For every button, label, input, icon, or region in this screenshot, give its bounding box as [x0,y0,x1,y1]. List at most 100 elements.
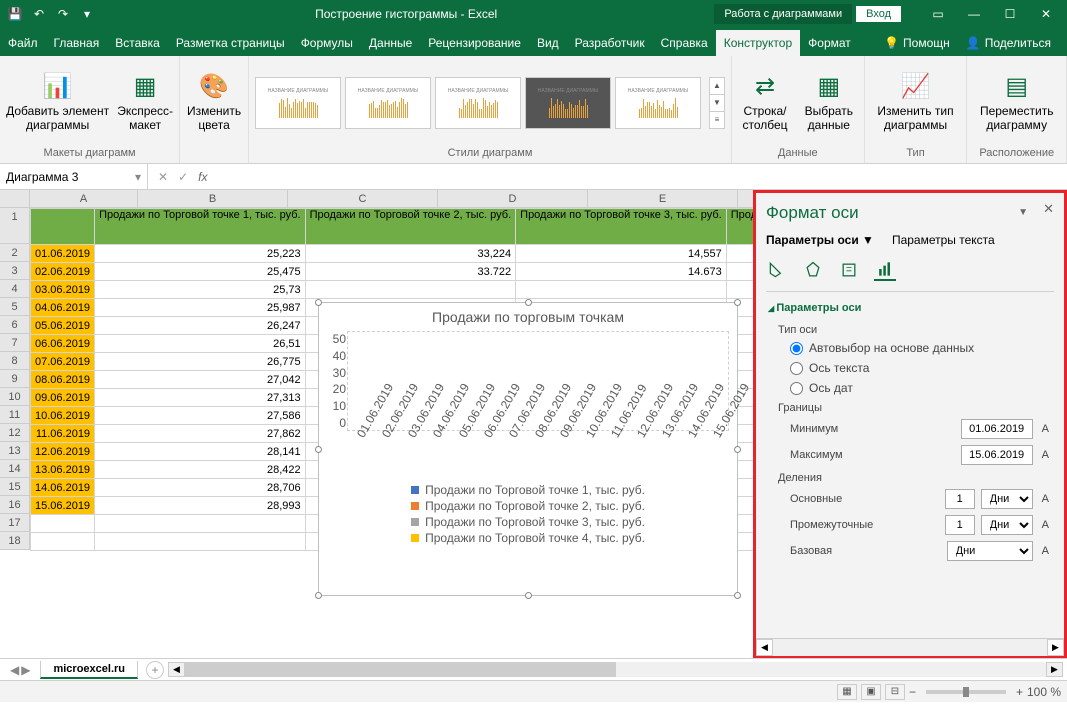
change-colors-button[interactable]: 🎨Изменить цвета [186,73,242,133]
row-header[interactable]: 10 [0,388,30,406]
add-chart-element-button[interactable]: 📊Добавить элемент диаграммы [6,73,109,133]
cell[interactable]: 27,862 [95,425,306,443]
redo-icon[interactable]: ↷ [52,3,74,25]
share-button[interactable]: 👤 Поделиться [958,30,1059,56]
chart-object[interactable]: Продажи по торговым точкам 50403020100 0… [318,302,738,596]
cell[interactable]: 24,4 [726,263,753,281]
cell[interactable]: 27,586 [95,407,306,425]
base-unit-select[interactable]: Дни [947,541,1033,561]
chart-styles-gallery[interactable]: НАЗВАНИЕ ДИАГРАММЫНАЗВАНИЕ ДИАГРАММЫНАЗВ… [255,77,701,129]
tab-файл[interactable]: Файл [0,30,46,56]
tab-главная[interactable]: Главная [46,30,108,56]
horizontal-scrollbar[interactable]: ◀▶ [164,662,1067,677]
cell[interactable]: 25,73 [95,281,306,299]
chart-handle[interactable] [734,446,741,453]
row-header[interactable]: 5 [0,298,30,316]
quick-layout-button[interactable]: ▦Экспресс-макет [117,73,173,133]
row-header[interactable]: 6 [0,316,30,334]
col-header[interactable]: D [438,190,588,207]
gallery-scroll[interactable]: ▲▼≡ [709,77,725,129]
size-props-icon[interactable] [838,259,860,281]
cell[interactable]: 25,223 [95,245,306,263]
table-header-cell[interactable] [31,209,95,245]
cell[interactable]: 25,475 [95,263,306,281]
cell[interactable] [95,533,306,551]
switch-row-col-button[interactable]: ⇄Строка/столбец [738,73,792,133]
axis-auto-radio[interactable]: Автовыбор на основе данных [768,338,1052,358]
table-header-cell[interactable]: Продажи по Торговой точке 2, тыс. руб. [305,209,516,245]
cell[interactable] [31,533,95,551]
chart-style-thumb[interactable]: НАЗВАНИЕ ДИАГРАММЫ [525,77,611,129]
tab-вид[interactable]: Вид [529,30,567,56]
cell[interactable]: 24,3 [726,245,753,263]
legend-item[interactable]: Продажи по Торговой точке 1, тыс. руб. [327,483,729,497]
row-header[interactable]: 16 [0,496,30,514]
legend-item[interactable]: Продажи по Торговой точке 4, тыс. руб. [327,531,729,545]
cell[interactable] [31,515,95,533]
sheet-tab[interactable]: microexcel.ru [40,661,138,679]
minimize-icon[interactable]: — [957,3,991,25]
effects-icon[interactable] [802,259,824,281]
tab-данные[interactable]: Данные [361,30,420,56]
tab-вставка[interactable]: Вставка [107,30,168,56]
cell[interactable] [726,281,753,299]
major-unit-select[interactable]: Дни [981,489,1033,509]
row-header[interactable]: 15 [0,478,30,496]
bounds-min-input[interactable] [961,419,1033,439]
cell[interactable]: 08.06.2019 [31,371,95,389]
cell[interactable]: 33.722 [305,263,516,281]
ribbon-display-icon[interactable]: ▭ [921,3,955,25]
cell[interactable] [516,281,727,299]
legend-item[interactable]: Продажи по Торговой точке 2, тыс. руб. [327,499,729,513]
table-header-cell[interactable]: Продажи по Торговой точке 3, тыс. руб. [516,209,727,245]
cell[interactable]: 28,422 [95,461,306,479]
tab-разработчик[interactable]: Разработчик [567,30,653,56]
close-icon[interactable]: ✕ [1029,3,1063,25]
cell[interactable]: 33,224 [305,245,516,263]
sheet-nav-next[interactable]: ▶ [21,663,30,677]
chart-legend[interactable]: Продажи по Торговой точке 1, тыс. руб. Пр… [327,483,729,545]
cell[interactable]: 12.06.2019 [31,443,95,461]
cell[interactable]: 27,042 [95,371,306,389]
chart-handle[interactable] [315,299,322,306]
cell[interactable]: 07.06.2019 [31,353,95,371]
change-chart-type-button[interactable]: 📈Изменить тип диаграммы [871,73,961,133]
cell[interactable]: 02.06.2019 [31,263,95,281]
cell[interactable]: 14.06.2019 [31,479,95,497]
axis-options-icon[interactable] [874,259,896,281]
row-header[interactable]: 3 [0,262,30,280]
worksheet-grid[interactable]: ABCDE 123456789101112131415161718 Продаж… [0,190,753,658]
login-button[interactable]: Вход [856,6,901,22]
bounds-max-input[interactable] [961,445,1033,465]
tab-конструктор[interactable]: Конструктор [716,30,800,56]
cell[interactable]: 05.06.2019 [31,317,95,335]
maximize-icon[interactable]: ☐ [993,3,1027,25]
zoom-out-icon[interactable]: − [909,685,916,699]
undo-icon[interactable]: ↶ [28,3,50,25]
cell[interactable]: 26,775 [95,353,306,371]
cell[interactable]: 27,313 [95,389,306,407]
pane-section-title[interactable]: Параметры оси [768,296,1052,320]
zoom-level[interactable]: 100 % [1027,685,1061,699]
row-header[interactable]: 9 [0,370,30,388]
axis-text-radio[interactable]: Ось текста [768,358,1052,378]
zoom-in-icon[interactable]: + [1016,685,1023,699]
cell[interactable]: 10.06.2019 [31,407,95,425]
fill-line-icon[interactable] [766,259,788,281]
cell[interactable]: 26,247 [95,317,306,335]
tab-разметка страницы[interactable]: Разметка страницы [168,30,293,56]
page-break-view-icon[interactable]: ⊟ [885,684,905,700]
minor-unit-input[interactable] [945,515,975,535]
save-icon[interactable]: 💾 [4,3,26,25]
cell[interactable]: 04.06.2019 [31,299,95,317]
chart-style-thumb[interactable]: НАЗВАНИЕ ДИАГРАММЫ [255,77,341,129]
row-header[interactable]: 8 [0,352,30,370]
chart-title[interactable]: Продажи по торговым точкам [319,303,737,331]
tab-формулы[interactable]: Формулы [293,30,361,56]
cell[interactable]: 28,141 [95,443,306,461]
name-box[interactable]: Диаграмма 3▾ [0,164,148,189]
cell[interactable]: 01.06.2019 [31,245,95,263]
row-header[interactable]: 13 [0,442,30,460]
chart-handle[interactable] [734,299,741,306]
col-header[interactable]: A [30,190,138,207]
